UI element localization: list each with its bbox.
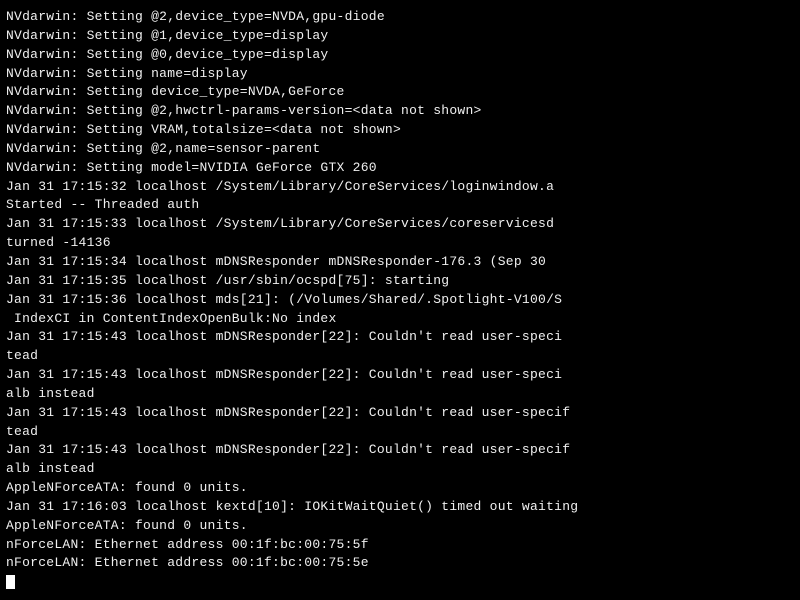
log-line: nForceLAN: Ethernet address 00:1f:bc:00:… — [6, 536, 794, 555]
log-line: Jan 31 17:15:34 localhost mDNSResponder … — [6, 253, 794, 272]
log-line: NVdarwin: Setting @0,device_type=display — [6, 46, 794, 65]
log-line: AppleNForceATA: found 0 units. — [6, 479, 794, 498]
terminal-cursor — [6, 575, 15, 589]
terminal-screen: NVdarwin: Setting @2,device_type=NVDA,gp… — [0, 0, 800, 600]
log-line: Jan 31 17:15:43 localhost mDNSResponder[… — [6, 404, 794, 423]
log-line: tead — [6, 423, 794, 442]
log-line: Jan 31 17:15:43 localhost mDNSResponder[… — [6, 366, 794, 385]
log-line: tead — [6, 347, 794, 366]
log-line: IndexCI in ContentIndexOpenBulk:No index — [6, 310, 794, 329]
log-line: Jan 31 17:16:03 localhost kextd[10]: IOK… — [6, 498, 794, 517]
log-line: alb instead — [6, 385, 794, 404]
log-line: turned -14136 — [6, 234, 794, 253]
log-line: Jan 31 17:15:33 localhost /System/Librar… — [6, 215, 794, 234]
log-line: AppleNForceATA: found 0 units. — [6, 517, 794, 536]
log-line: NVdarwin: Setting name=display — [6, 65, 794, 84]
log-line: NVdarwin: Setting @2,name=sensor-parent — [6, 140, 794, 159]
cursor-line — [6, 573, 794, 592]
log-line: NVdarwin: Setting device_type=NVDA,GeFor… — [6, 83, 794, 102]
log-line: alb instead — [6, 460, 794, 479]
log-line: Jan 31 17:15:43 localhost mDNSResponder[… — [6, 441, 794, 460]
log-line: NVdarwin: Setting @1,device_type=display — [6, 27, 794, 46]
log-line: nForceLAN: Ethernet address 00:1f:bc:00:… — [6, 554, 794, 573]
log-line: Jan 31 17:15:36 localhost mds[21]: (/Vol… — [6, 291, 794, 310]
log-line: Jan 31 17:15:35 localhost /usr/sbin/ocsp… — [6, 272, 794, 291]
log-line: NVdarwin: Setting model=NVIDIA GeForce G… — [6, 159, 794, 178]
log-line: Jan 31 17:15:43 localhost mDNSResponder[… — [6, 328, 794, 347]
log-line: NVdarwin: Setting VRAM,totalsize=<data n… — [6, 121, 794, 140]
log-line: NVdarwin: Setting @2,device_type=NVDA,gp… — [6, 8, 794, 27]
log-line: NVdarwin: Setting @2,hwctrl-params-versi… — [6, 102, 794, 121]
log-line: Started -- Threaded auth — [6, 196, 794, 215]
log-line: Jan 31 17:15:32 localhost /System/Librar… — [6, 178, 794, 197]
